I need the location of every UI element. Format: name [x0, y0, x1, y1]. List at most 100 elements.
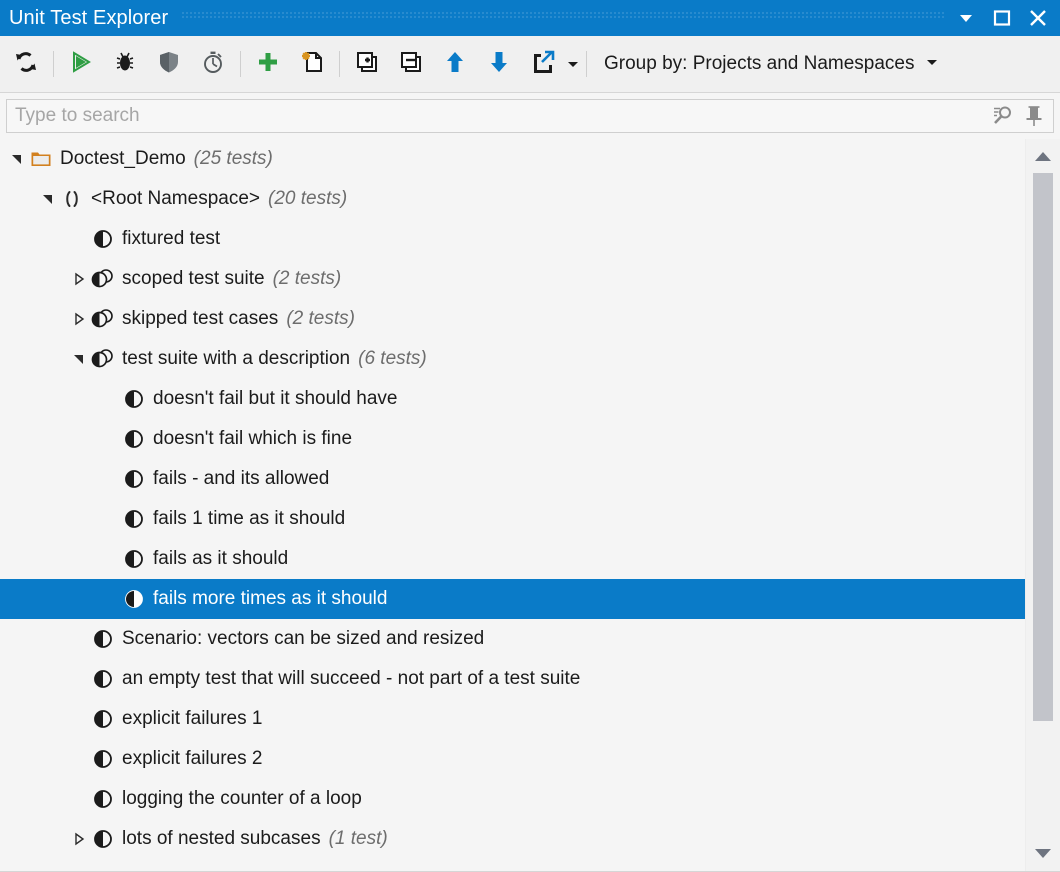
test-icon [121, 499, 147, 539]
test-suite-icon [90, 339, 116, 379]
tree-row[interactable]: fixtured test [0, 219, 1025, 259]
tree-row[interactable]: lots of nested subcases (1 test) [0, 819, 1025, 859]
expand-all-icon [353, 48, 381, 81]
search-filter-icon[interactable] [987, 100, 1017, 132]
tree-row[interactable]: fails as it should [0, 539, 1025, 579]
test-icon [121, 539, 147, 579]
test-icon [121, 459, 147, 499]
run-icon [68, 49, 94, 80]
expander-placeholder [99, 539, 121, 579]
tree-row-label: explicit failures 1 [122, 708, 263, 729]
expander-placeholder [68, 699, 90, 739]
tree-row[interactable]: skipped test cases (2 tests) [0, 299, 1025, 339]
tree-row[interactable]: fails - and its allowed [0, 459, 1025, 499]
coverage-button[interactable] [147, 42, 191, 86]
tree-row-count: (20 tests) [268, 188, 348, 209]
add-button[interactable] [246, 42, 290, 86]
pin-icon[interactable] [1019, 100, 1049, 132]
expander-placeholder [99, 419, 121, 459]
namespace-icon [59, 179, 85, 219]
title-bar: Unit Test Explorer [0, 0, 1060, 36]
tree-row-count: (6 tests) [358, 348, 427, 369]
export-button[interactable] [521, 42, 565, 86]
window-title: Unit Test Explorer [9, 7, 169, 29]
tree-row[interactable]: doesn't fail but it should have [0, 379, 1025, 419]
tree-row-count: (2 tests) [272, 268, 342, 289]
collapse-all-button[interactable] [389, 42, 433, 86]
test-icon [90, 779, 116, 819]
tree-row[interactable]: explicit failures 2 [0, 739, 1025, 779]
tree-row[interactable]: explicit failures 1 [0, 699, 1025, 739]
tree-row[interactable]: Scenario: vectors can be sized and resiz… [0, 619, 1025, 659]
expander-expanded-icon[interactable] [37, 179, 59, 219]
tree-row[interactable]: scoped test suite (2 tests) [0, 259, 1025, 299]
scrollbar-thumb[interactable] [1033, 173, 1053, 721]
tree-row[interactable]: Doctest_Demo (25 tests) [0, 139, 1025, 179]
tree-row-label: Doctest_Demo [60, 148, 186, 169]
refresh-button[interactable] [4, 42, 48, 86]
tree-row-label: fails more times as it should [153, 588, 388, 609]
chevron-down-icon [925, 53, 939, 75]
test-tree[interactable]: Doctest_Demo (25 tests) <Root Namespace> (… [0, 139, 1025, 871]
tree-row-label: fails 1 time as it should [153, 508, 346, 529]
toolbar-separator [586, 51, 587, 77]
expander-collapsed-icon[interactable] [68, 299, 90, 339]
chevron-down-icon[interactable] [948, 0, 984, 36]
maximize-icon[interactable] [984, 0, 1020, 36]
new-session-button[interactable] [290, 42, 334, 86]
tree-row[interactable]: fails more times as it should [0, 579, 1025, 619]
tree-row[interactable]: logging the counter of a loop [0, 779, 1025, 819]
unit-test-explorer-window: Unit Test Explorer Group by: Projects an… [0, 0, 1060, 872]
tree-row-count: (1 test) [328, 828, 388, 849]
toolbar-separator [240, 51, 241, 77]
expander-expanded-icon[interactable] [68, 339, 90, 379]
next-button[interactable] [477, 42, 521, 86]
toolbar: Group by: Projects and Namespaces [0, 36, 1060, 93]
scrollbar-track[interactable] [1026, 173, 1060, 837]
expander-placeholder [68, 739, 90, 779]
scroll-down-arrow-icon[interactable] [1026, 837, 1060, 871]
test-icon [90, 659, 116, 699]
expand-all-button[interactable] [345, 42, 389, 86]
content-area: Doctest_Demo (25 tests) <Root Namespace> (… [0, 139, 1060, 872]
export-icon [529, 48, 557, 81]
tree-row[interactable]: test suite with a description (6 tests) [0, 339, 1025, 379]
test-suite-icon [90, 259, 116, 299]
export-dropdown-arrow-icon[interactable] [565, 42, 581, 86]
tree-row-label: doesn't fail but it should have [153, 388, 398, 409]
expander-placeholder [99, 499, 121, 539]
tree-row-label: explicit failures 2 [122, 748, 263, 769]
search-box[interactable] [6, 99, 1054, 133]
tree-row-label: logging the counter of a loop [122, 788, 362, 809]
test-icon [90, 619, 116, 659]
debug-button[interactable] [103, 42, 147, 86]
expander-placeholder [68, 619, 90, 659]
test-suite-icon [90, 299, 116, 339]
tree-row[interactable]: an empty test that will succeed - not pa… [0, 659, 1025, 699]
profile-button[interactable] [191, 42, 235, 86]
expander-collapsed-icon[interactable] [68, 259, 90, 299]
vertical-scrollbar[interactable] [1025, 139, 1060, 871]
expander-expanded-icon[interactable] [6, 139, 28, 179]
close-icon[interactable] [1020, 0, 1056, 36]
toolbar-separator [53, 51, 54, 77]
search-input[interactable] [7, 105, 987, 127]
group-by-dropdown[interactable]: Group by: Projects and Namespaces [592, 53, 939, 75]
tree-row[interactable]: doesn't fail which is fine [0, 419, 1025, 459]
scroll-up-arrow-icon[interactable] [1026, 139, 1060, 173]
tree-row-label: fixtured test [122, 228, 221, 249]
test-icon [90, 699, 116, 739]
expander-placeholder [99, 579, 121, 619]
expander-placeholder [68, 219, 90, 259]
shield-icon [156, 49, 182, 80]
collapse-all-icon [397, 48, 425, 81]
tree-row-label: an empty test that will succeed - not pa… [122, 668, 581, 689]
tree-row[interactable]: fails 1 time as it should [0, 499, 1025, 539]
previous-button[interactable] [433, 42, 477, 86]
tree-row[interactable]: <Root Namespace> (20 tests) [0, 179, 1025, 219]
run-button[interactable] [59, 42, 103, 86]
title-bar-grip [182, 0, 944, 36]
folder-icon [28, 139, 54, 179]
expander-collapsed-icon[interactable] [68, 819, 90, 859]
refresh-icon [12, 48, 40, 81]
